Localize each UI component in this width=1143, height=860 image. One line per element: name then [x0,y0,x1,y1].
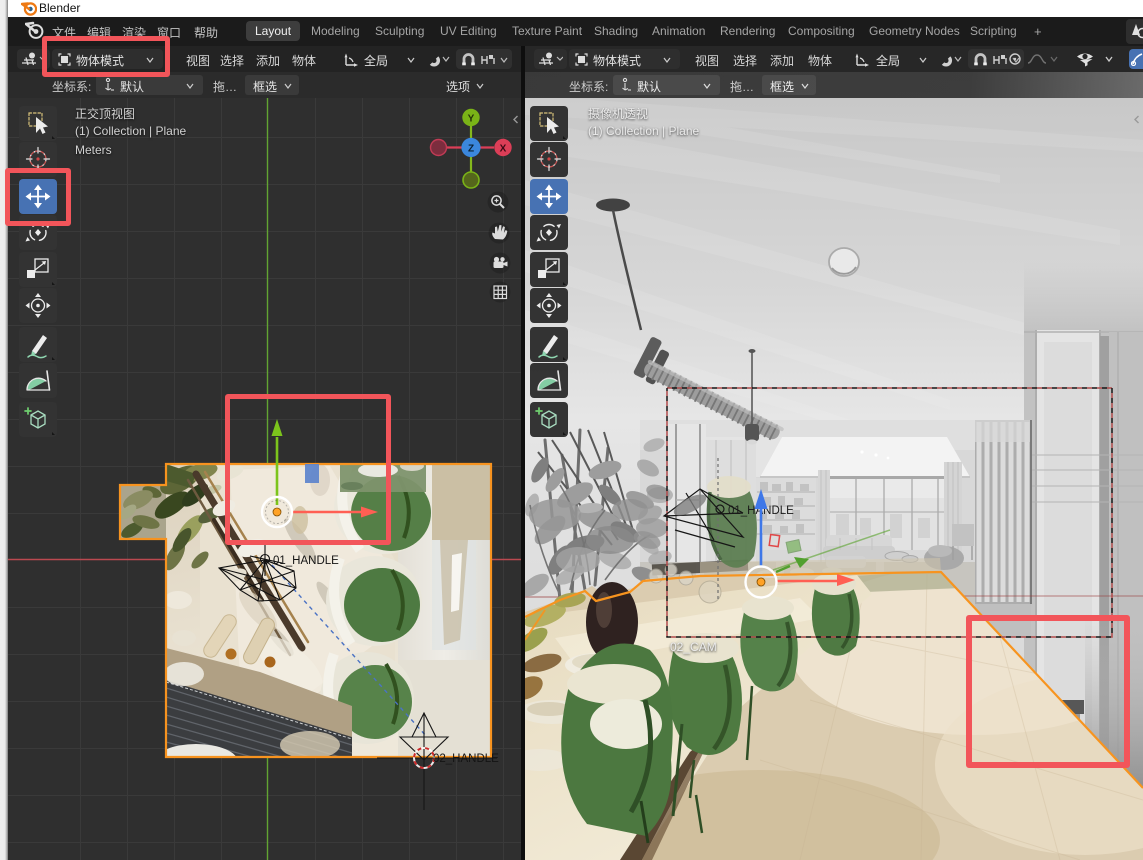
svg-text:02_CAM: 02_CAM [670,640,717,654]
svg-text:Z: Z [468,144,474,155]
svg-text:X: X [500,144,507,155]
svg-text:02_HANDLE: 02_HANDLE [433,753,499,765]
svg-text:Y: Y [468,114,475,125]
svg-text:01_HANDLE: 01_HANDLE [273,555,339,567]
